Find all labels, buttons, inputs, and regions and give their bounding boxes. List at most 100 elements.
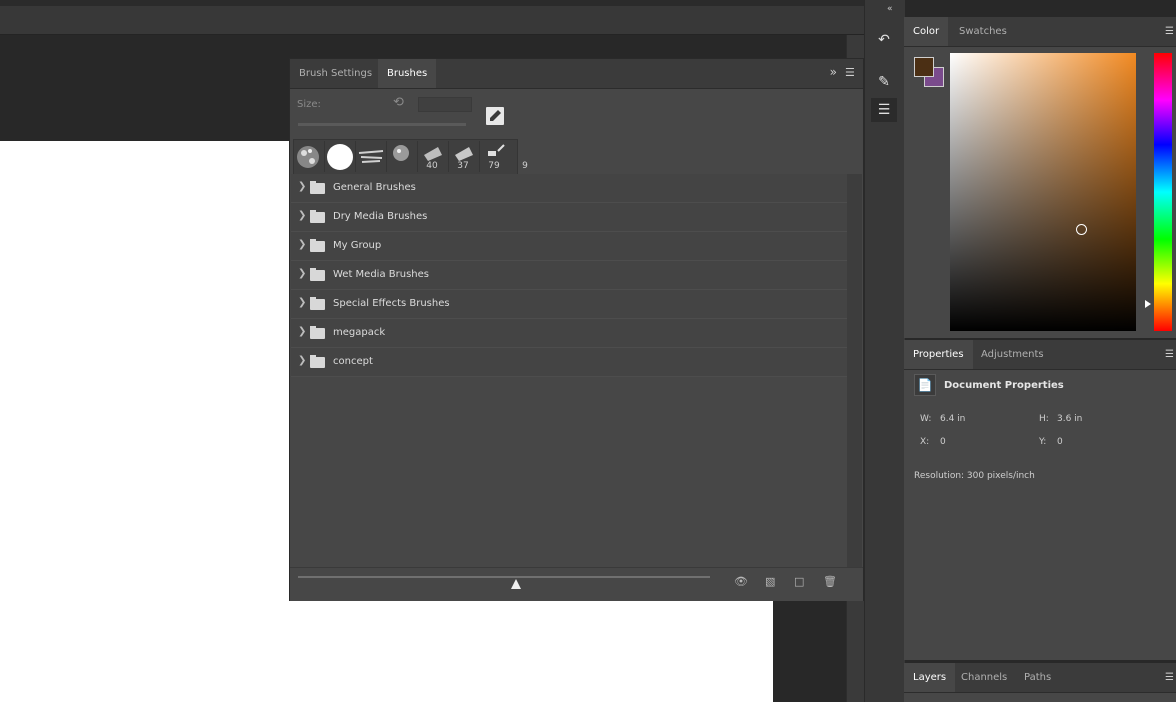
tab-paths[interactable]: Paths (1015, 663, 1060, 692)
chevron-right-icon[interactable]: ❯ (298, 268, 306, 279)
list-item[interactable]: ❯ My Group (291, 232, 847, 261)
hue-slider-marker[interactable] (1145, 300, 1151, 308)
width-label: W: (920, 414, 932, 424)
toggle-visibility-icon[interactable]: 👁 (734, 575, 748, 588)
small-brush-thumb (488, 144, 505, 156)
tab-layers[interactable]: Layers (904, 663, 956, 692)
document-canvas-lower[interactable] (290, 601, 773, 702)
list-scrollbar[interactable] (847, 174, 862, 567)
brushes-panel-tabs: Brush Settings Brushes » ☰ (290, 59, 863, 89)
chevron-right-icon[interactable]: ❯ (298, 210, 306, 221)
panel-menu-icon[interactable]: ☰ (845, 67, 857, 79)
chevron-right-icon[interactable]: ❯ (298, 239, 306, 250)
list-item[interactable]: ❯ General Brushes (291, 174, 847, 203)
color-picker-cursor[interactable] (1076, 224, 1087, 235)
y-value[interactable]: 0 (1057, 437, 1063, 447)
brush-pencil-icon (490, 110, 501, 121)
y-label: Y: (1039, 437, 1047, 447)
document-icon: 📄 (914, 374, 936, 396)
group-label: Special Effects Brushes (333, 298, 450, 309)
group-label: Dry Media Brushes (333, 211, 428, 222)
panel-menu-icon[interactable]: ☰ (1165, 349, 1174, 360)
splatter-brush-thumb (297, 146, 319, 168)
slider-thumb[interactable] (511, 579, 521, 589)
tab-properties[interactable]: Properties (904, 340, 973, 369)
x-label: X: (920, 437, 930, 447)
chevron-right-icon[interactable]: ❯ (298, 326, 306, 337)
brush-presets-icon[interactable]: ✎ (871, 70, 897, 94)
panel-menu-icon[interactable]: ☰ (1165, 26, 1174, 37)
tab-color[interactable]: Color (904, 17, 949, 46)
color-panel: Color Swatches ☰ (904, 17, 1176, 338)
new-group-icon[interactable]: ▧ (765, 575, 775, 588)
chevron-right-icon[interactable]: ❯ (298, 355, 306, 366)
scatter-brush-icon[interactable] (356, 141, 387, 172)
small-brush-icon[interactable]: 9 (480, 141, 528, 172)
folder-icon (310, 268, 325, 281)
tab-channels[interactable]: Channels (952, 663, 1016, 692)
tab-adjustments[interactable]: Adjustments (972, 340, 1053, 369)
resolution-text: Resolution: 300 pixels/inch (914, 471, 1035, 481)
chevron-right-icon[interactable]: ❯ (298, 181, 306, 192)
list-item[interactable]: ❯ megapack (291, 319, 847, 348)
group-label: megapack (333, 327, 386, 338)
size-slider[interactable] (298, 123, 466, 126)
delete-icon[interactable]: 🗑 (823, 575, 837, 588)
document-canvas[interactable] (0, 141, 290, 702)
reset-size-icon[interactable]: ⟲ (393, 96, 407, 110)
folder-icon (310, 326, 325, 339)
round-hard-brush-icon[interactable] (325, 141, 356, 172)
list-item[interactable]: ❯ Special Effects Brushes (291, 290, 847, 319)
height-value[interactable]: 3.6 in (1057, 414, 1082, 424)
layers-panel: Layers Channels Paths ☰ (904, 663, 1176, 702)
list-item[interactable]: ❯ Wet Media Brushes (291, 261, 847, 290)
create-new-brush-button[interactable] (486, 107, 504, 125)
folder-icon (310, 210, 325, 223)
splatter-brush-icon[interactable]: 40 (387, 141, 438, 172)
group-label: General Brushes (333, 182, 416, 193)
foreground-color-swatch[interactable] (914, 57, 934, 77)
preview-size-slider[interactable] (298, 576, 710, 578)
chalk-brush-icon[interactable]: 79 (449, 141, 500, 172)
tab-swatches[interactable]: Swatches (950, 17, 1016, 46)
folder-icon (310, 355, 325, 368)
brushes-panel-footer: 👁 ▧ □ 🗑 (290, 567, 863, 601)
chalk-brush-thumb (455, 147, 473, 161)
new-brush-icon[interactable]: □ (794, 575, 804, 588)
folder-icon (310, 239, 325, 252)
collapse-dock-icon[interactable]: « (887, 4, 893, 14)
group-label: Wet Media Brushes (333, 269, 429, 280)
recent-brushes-bar: 40 37 79 9 (293, 139, 528, 175)
size-input[interactable] (418, 97, 472, 112)
chalk-brush-icon[interactable]: 37 (418, 141, 469, 172)
color-panel-tabs: Color Swatches ☰ (904, 17, 1176, 47)
color-picker-field[interactable] (950, 53, 1136, 331)
properties-panel: Properties Adjustments ☰ 📄 Document Prop… (904, 340, 1176, 660)
tab-brush-settings[interactable]: Brush Settings (290, 59, 381, 88)
x-value[interactable]: 0 (940, 437, 946, 447)
preset-size: 9 (522, 161, 528, 171)
chevron-right-icon[interactable]: ❯ (298, 297, 306, 308)
scatter-brush-thumb (358, 150, 384, 163)
hue-slider[interactable] (1154, 53, 1172, 331)
layers-panel-tabs: Layers Channels Paths ☰ (904, 663, 1176, 693)
panel-menu-icon[interactable]: ☰ (1165, 672, 1174, 683)
brushes-panel: Brush Settings Brushes » ☰ Size: ⟲ 40 37… (289, 58, 864, 601)
list-item[interactable]: ❯ Dry Media Brushes (291, 203, 847, 232)
group-label: concept (333, 356, 373, 367)
group-label: My Group (333, 240, 382, 251)
properties-panel-tabs: Properties Adjustments ☰ (904, 340, 1176, 370)
width-value[interactable]: 6.4 in (940, 414, 965, 424)
adjustments-icon[interactable]: ☰ (871, 98, 897, 122)
list-item[interactable]: ❯ concept (291, 348, 847, 377)
round-brush-thumb (327, 144, 353, 170)
tab-brushes[interactable]: Brushes (378, 59, 437, 88)
height-label: H: (1039, 414, 1049, 424)
size-label: Size: (297, 99, 321, 110)
folder-icon (310, 297, 325, 310)
properties-title: Document Properties (944, 380, 1064, 391)
history-icon[interactable]: ↶ (871, 28, 897, 52)
collapse-panel-icon[interactable]: » (830, 65, 837, 79)
splatter-brush-icon[interactable] (294, 141, 325, 172)
splatter-brush-thumb (393, 145, 409, 161)
